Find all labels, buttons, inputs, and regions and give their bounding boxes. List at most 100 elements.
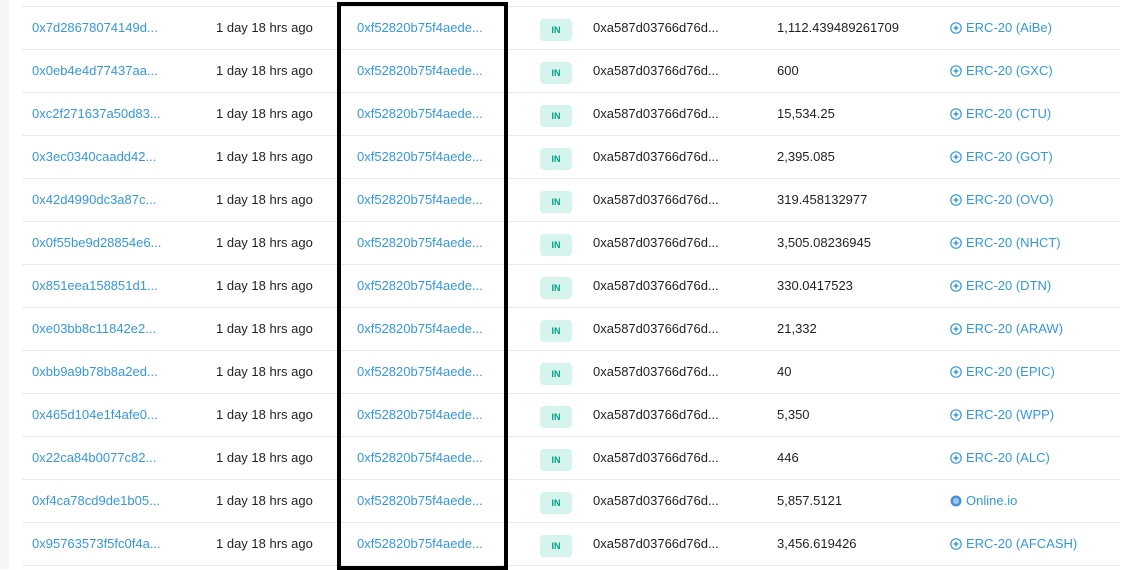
table-row: 0x95763573f5fc0f4a... 1 day 18 hrs ago 0xf…	[22, 523, 1120, 566]
erc20-token-icon	[950, 65, 962, 77]
token-link[interactable]: ERC-20 (GXC)	[950, 50, 1053, 92]
to-address: 0xa587d03766d76d...	[593, 536, 719, 551]
erc20-token-icon	[950, 452, 962, 464]
token-name: ERC-20 (OVO)	[966, 192, 1054, 207]
table-row: 0x0eb4e4d77437aa... 1 day 18 hrs ago 0xf52…	[22, 50, 1120, 93]
from-address-link[interactable]: 0xf52820b75f4aede...	[357, 93, 483, 135]
table-row: 0x3ec0340caadd42... 1 day 18 hrs ago 0xf52…	[22, 136, 1120, 179]
direction-badge: IN	[540, 362, 572, 385]
from-address-link[interactable]: 0xf52820b75f4aede...	[357, 480, 483, 522]
online-io-token-icon	[950, 495, 962, 507]
table-row: 0x465d104e1f4afe0... 1 day 18 hrs ago 0xf5…	[22, 394, 1120, 437]
token-link[interactable]: ERC-20 (AiBe)	[950, 7, 1052, 49]
transfer-value: 1,112.439489261709	[777, 20, 899, 35]
direction-badge: IN	[540, 405, 572, 428]
token-link[interactable]: ERC-20 (AFCASH)	[950, 523, 1077, 565]
token-link[interactable]: ERC-20 (WPP)	[950, 394, 1054, 436]
transfer-value: 15,534.25	[777, 106, 835, 121]
txn-hash-link[interactable]: 0x22ca84b0077c82...	[32, 437, 156, 479]
token-link[interactable]: ERC-20 (CTU)	[950, 93, 1051, 135]
direction-badge: IN	[540, 448, 572, 471]
from-address-link[interactable]: 0xf52820b75f4aede...	[357, 523, 483, 565]
transfer-value: 3,505.08236945	[777, 235, 871, 250]
direction-badge: IN	[540, 319, 572, 342]
txn-hash-link[interactable]: 0x851eea158851d1...	[32, 265, 158, 307]
table-row: 0x851eea158851d1... 1 day 18 hrs ago 0xf52…	[22, 265, 1120, 308]
token-transfers-table: 0x7d28678074149d... 1 day 18 hrs ago 0xf52…	[22, 7, 1120, 566]
token-link[interactable]: ERC-20 (EPIC)	[950, 351, 1055, 393]
left-edge-strip	[0, 0, 9, 569]
erc20-token-icon	[950, 323, 962, 335]
txn-age: 1 day 18 hrs ago	[216, 20, 313, 35]
token-name: ERC-20 (CTU)	[966, 106, 1052, 121]
txn-hash-link[interactable]: 0xc2f271637a50d83...	[32, 93, 161, 135]
txn-hash-link[interactable]: 0x0f55be9d28854e6...	[32, 222, 161, 264]
transfer-value: 2,395.085	[777, 149, 835, 164]
transfer-value: 5,350	[777, 407, 810, 422]
txn-age: 1 day 18 hrs ago	[216, 192, 313, 207]
token-name: ERC-20 (AiBe)	[966, 20, 1052, 35]
direction-badge: IN	[540, 491, 572, 514]
direction-badge: IN	[540, 534, 572, 557]
to-address: 0xa587d03766d76d...	[593, 106, 719, 121]
token-name: Online.io	[966, 493, 1018, 508]
transfer-value: 21,332	[777, 321, 817, 336]
txn-hash-link[interactable]: 0xf4ca78cd9de1b05...	[32, 480, 160, 522]
txn-age: 1 day 18 hrs ago	[216, 278, 313, 293]
token-link[interactable]: ERC-20 (GOT)	[950, 136, 1053, 178]
txn-age: 1 day 18 hrs ago	[216, 450, 313, 465]
token-link[interactable]: ERC-20 (OVO)	[950, 179, 1053, 221]
direction-cell: IN	[540, 437, 572, 479]
txn-hash-link[interactable]: 0x95763573f5fc0f4a...	[32, 523, 161, 565]
token-link[interactable]: Online.io	[950, 480, 1017, 522]
table-row: 0xbb9a9b78b8a2ed... 1 day 18 hrs ago 0xf52…	[22, 351, 1120, 394]
txn-hash-link[interactable]: 0x42d4990dc3a87c...	[32, 179, 156, 221]
txn-age: 1 day 18 hrs ago	[216, 493, 313, 508]
to-address: 0xa587d03766d76d...	[593, 364, 719, 379]
from-address-link[interactable]: 0xf52820b75f4aede...	[357, 179, 483, 221]
direction-cell: IN	[540, 351, 572, 393]
token-link[interactable]: ERC-20 (ALC)	[950, 437, 1050, 479]
erc20-token-icon	[950, 538, 962, 550]
to-address: 0xa587d03766d76d...	[593, 149, 719, 164]
erc20-token-icon	[950, 151, 962, 163]
table-row: 0x22ca84b0077c82... 1 day 18 hrs ago 0xf52…	[22, 437, 1120, 480]
from-address-link[interactable]: 0xf52820b75f4aede...	[357, 222, 483, 264]
token-name: ERC-20 (AFCASH)	[966, 536, 1078, 551]
from-address-link[interactable]: 0xf52820b75f4aede...	[357, 308, 483, 350]
token-link[interactable]: ERC-20 (DTN)	[950, 265, 1051, 307]
txn-hash-link[interactable]: 0x0eb4e4d77437aa...	[32, 50, 158, 92]
to-address: 0xa587d03766d76d...	[593, 20, 719, 35]
from-address-link[interactable]: 0xf52820b75f4aede...	[357, 7, 483, 49]
txn-hash-link[interactable]: 0x465d104e1f4afe0...	[32, 394, 158, 436]
token-name: ERC-20 (GOT)	[966, 149, 1053, 164]
from-address-link[interactable]: 0xf52820b75f4aede...	[357, 351, 483, 393]
direction-badge: IN	[540, 61, 572, 84]
token-link[interactable]: ERC-20 (NHCT)	[950, 222, 1061, 264]
txn-hash-link[interactable]: 0x7d28678074149d...	[32, 7, 158, 49]
from-address-link[interactable]: 0xf52820b75f4aede...	[357, 437, 483, 479]
txn-age: 1 day 18 hrs ago	[216, 536, 313, 551]
direction-cell: IN	[540, 179, 572, 221]
from-address-link[interactable]: 0xf52820b75f4aede...	[357, 136, 483, 178]
transfer-value: 3,456.619426	[777, 536, 857, 551]
erc20-token-icon	[950, 237, 962, 249]
txn-age: 1 day 18 hrs ago	[216, 106, 313, 121]
txn-hash-link[interactable]: 0x3ec0340caadd42...	[32, 136, 156, 178]
direction-cell: IN	[540, 394, 572, 436]
transfer-value: 446	[777, 450, 799, 465]
txn-hash-link[interactable]: 0xe03bb8c11842e2...	[32, 308, 156, 350]
from-address-link[interactable]: 0xf52820b75f4aede...	[357, 265, 483, 307]
txn-age: 1 day 18 hrs ago	[216, 321, 313, 336]
txn-age: 1 day 18 hrs ago	[216, 149, 313, 164]
table-row: 0x42d4990dc3a87c... 1 day 18 hrs ago 0xf52…	[22, 179, 1120, 222]
transfer-value: 600	[777, 63, 799, 78]
from-address-link[interactable]: 0xf52820b75f4aede...	[357, 394, 483, 436]
from-address-link[interactable]: 0xf52820b75f4aede...	[357, 50, 483, 92]
txn-hash-link[interactable]: 0xbb9a9b78b8a2ed...	[32, 351, 158, 393]
to-address: 0xa587d03766d76d...	[593, 278, 719, 293]
to-address: 0xa587d03766d76d...	[593, 321, 719, 336]
direction-cell: IN	[540, 50, 572, 92]
direction-badge: IN	[540, 190, 572, 213]
token-link[interactable]: ERC-20 (ARAW)	[950, 308, 1063, 350]
